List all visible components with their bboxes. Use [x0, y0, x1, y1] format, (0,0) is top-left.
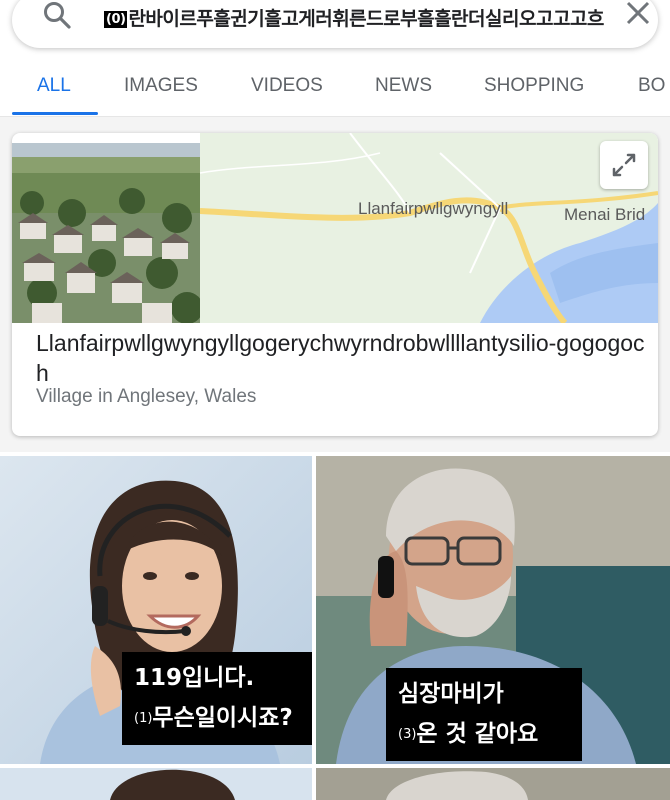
tab-all[interactable]: ALL: [37, 75, 71, 97]
map[interactable]: Llanfairpwllgwyngyll Menai Brid: [200, 133, 658, 323]
meme-panel-caller: 심장마비가 (3)온 것 같아요: [316, 456, 670, 764]
caption-caller-line2: 온 것 같아요: [416, 721, 539, 747]
caption-operator-marker: (1): [134, 711, 153, 726]
map-label-bridge: Menai Brid: [564, 205, 646, 224]
tab-news[interactable]: NEWS: [375, 75, 432, 97]
caption-operator: 119입니다. (1)무슨일이시죠?: [122, 652, 312, 745]
caption-caller: 심장마비가 (3)온 것 같아요: [386, 668, 582, 761]
map-expand-button[interactable]: [600, 141, 648, 189]
caller-photo-next: [316, 768, 670, 800]
search-tabs: ALL IMAGES VIDEOS NEWS SHOPPING BO: [0, 60, 670, 117]
meme-panel-operator-next: [0, 768, 312, 800]
map-graphic: [200, 133, 658, 323]
caption-operator-line2: 무슨일이시죠?: [152, 705, 293, 731]
knowledge-panel[interactable]: Llanfairpwllgwyngyll Menai Brid Llanfair…: [12, 133, 658, 436]
search-icon[interactable]: [42, 0, 72, 30]
place-title[interactable]: Llanfairpwllgwyngyllgogerychwyrndrobwlll…: [36, 328, 646, 388]
village-photo[interactable]: [12, 143, 200, 323]
search-bar[interactable]: (0) 란바이르푸흘귄기흘고게러휘른드로부흘흘란더실리오고고고흐: [12, 0, 658, 48]
close-icon[interactable]: [624, 0, 652, 27]
caption-caller-marker: (3): [398, 727, 417, 742]
map-label-town: Llanfairpwllgwyngyll: [358, 199, 509, 218]
tab-videos[interactable]: VIDEOS: [251, 75, 323, 97]
expand-icon: [612, 153, 636, 177]
operator-photo-next: [0, 768, 312, 800]
search-query-text: 란바이르푸흘귄기흘고게러휘른드로부흘흘란더실리오고고고흐: [128, 8, 604, 30]
active-tab-indicator: [12, 112, 98, 115]
meme-panel-caller-next: [316, 768, 670, 800]
caption-operator-line1: 119입니다.: [134, 665, 255, 691]
search-input[interactable]: (0) 란바이르푸흘귄기흘고게러휘른드로부흘흘란더실리오고고고흐: [104, 4, 604, 31]
place-subtitle: Village in Anglesey, Wales: [36, 386, 257, 407]
tab-books[interactable]: BO: [638, 75, 665, 97]
tab-shopping[interactable]: SHOPPING: [484, 75, 584, 97]
query-marker: (0): [104, 11, 128, 28]
tab-images[interactable]: IMAGES: [124, 75, 198, 97]
caption-caller-line1: 심장마비가: [398, 681, 504, 707]
meme-panel-operator: 119입니다. (1)무슨일이시죠?: [0, 456, 312, 764]
